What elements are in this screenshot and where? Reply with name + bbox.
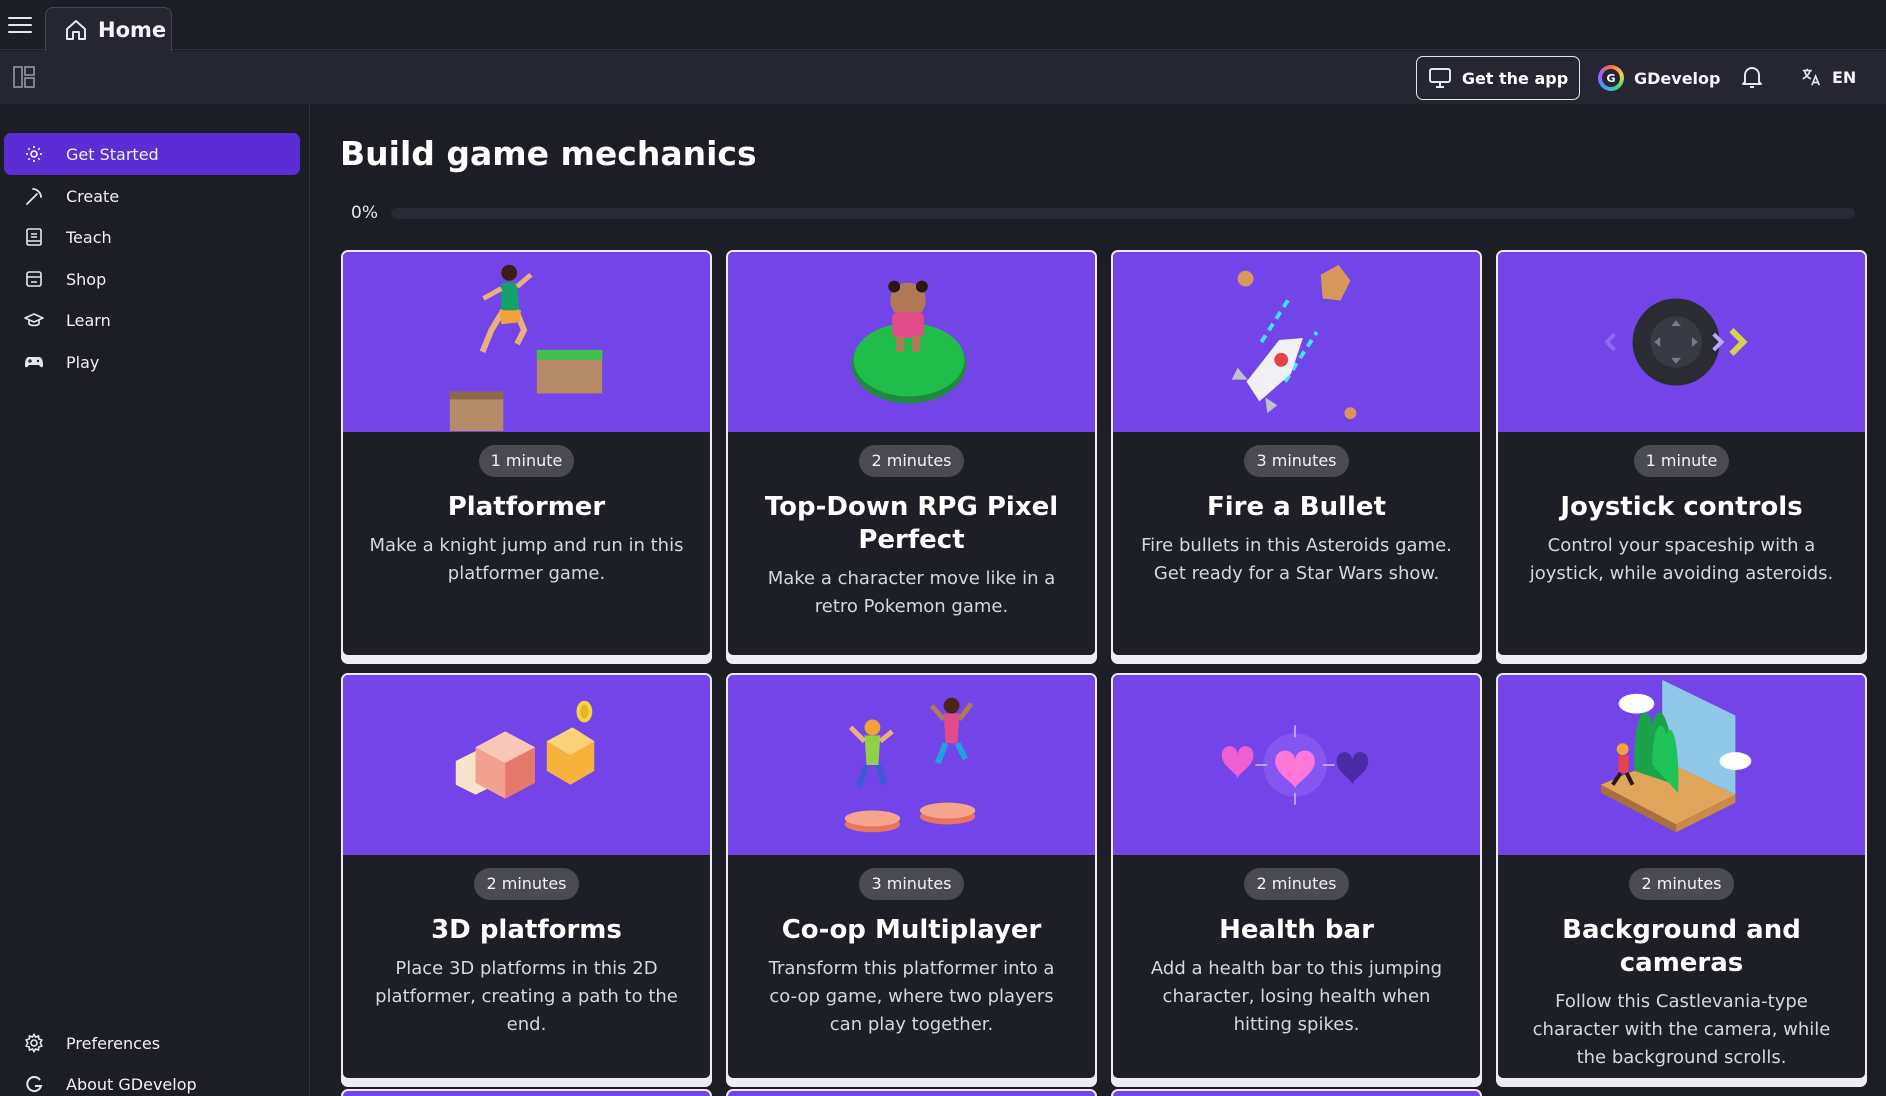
card-title: Health bar bbox=[1219, 915, 1374, 945]
card-description: Follow this Castlevania-type character w… bbox=[1532, 991, 1831, 1068]
get-app-button[interactable]: Get the app bbox=[1416, 56, 1580, 100]
duration-badge: 2 minutes bbox=[1629, 868, 1734, 900]
tab-label: Home bbox=[98, 17, 167, 42]
rocket-illustration bbox=[1113, 252, 1480, 432]
card-joystick-controls[interactable]: 1 minute Joystick controls Control your … bbox=[1496, 250, 1867, 657]
page-title: Build game mechanics bbox=[340, 134, 757, 173]
panels-icon[interactable] bbox=[12, 65, 36, 89]
card-title: 3D platforms bbox=[431, 915, 622, 945]
card-background-and-cameras[interactable]: 2 minutes Background and cameras Follow … bbox=[1496, 673, 1867, 1080]
graduation-cap-icon bbox=[24, 313, 44, 327]
language-label: EN bbox=[1832, 67, 1857, 87]
sidebar-item-label: Teach bbox=[66, 227, 112, 247]
card-title: Co-op Multiplayer bbox=[781, 915, 1042, 945]
cubes-illustration bbox=[343, 675, 710, 855]
gdevelop-account-button[interactable]: G GDevelop bbox=[1598, 65, 1720, 91]
translate-icon bbox=[1802, 68, 1821, 86]
card-description: Add a health bar to this jumping charact… bbox=[1150, 958, 1443, 1035]
brand-label: GDevelop bbox=[1634, 68, 1721, 88]
main-content: Build game mechanics 0% 1 minute Platfor… bbox=[311, 104, 1886, 1096]
card-partial[interactable] bbox=[1111, 1089, 1482, 1096]
duration-badge: 3 minutes bbox=[1244, 445, 1349, 477]
progress-bar bbox=[391, 208, 1855, 219]
card-co-op-multiplayer[interactable]: 3 minutes Co-op Multiplayer Transform th… bbox=[726, 673, 1097, 1080]
get-app-label: Get the app bbox=[1461, 68, 1569, 88]
card-description: Transform this platformer into a co-op g… bbox=[768, 958, 1055, 1035]
gdevelop-logo-icon: G bbox=[1598, 65, 1624, 91]
duration-badge: 3 minutes bbox=[859, 868, 964, 900]
sidebar-item-label: Play bbox=[66, 352, 100, 372]
card-partial[interactable] bbox=[726, 1089, 1097, 1096]
language-button[interactable]: EN bbox=[1800, 66, 1856, 88]
sidebar-item-get-started[interactable]: Get Started bbox=[4, 133, 300, 175]
book-icon bbox=[26, 228, 42, 246]
card-platformer[interactable]: 1 minute Platformer Make a knight jump a… bbox=[341, 250, 712, 657]
tab-strip: Home bbox=[0, 0, 1886, 51]
sidebar-item-teach[interactable]: Teach bbox=[4, 216, 300, 258]
card-top-down-rpg[interactable]: 2 minutes Top-Down RPG Pixel Perfect Mak… bbox=[726, 250, 1097, 657]
duration-badge: 2 minutes bbox=[1244, 868, 1349, 900]
card-title: Platformer bbox=[447, 492, 606, 522]
card-description: Make a knight jump and run in this platf… bbox=[369, 535, 684, 584]
card-description: Make a character move like in a retro Po… bbox=[767, 568, 1056, 617]
sidebar-item-label: Learn bbox=[66, 310, 111, 330]
card-health-bar[interactable]: 2 minutes Health bar Add a health bar to… bbox=[1111, 673, 1482, 1080]
card-title: Joystick controls bbox=[1560, 492, 1803, 522]
card-title: Fire a Bullet bbox=[1207, 492, 1386, 522]
duration-badge: 1 minute bbox=[1633, 445, 1730, 477]
sidebar-item-play[interactable]: Play bbox=[4, 341, 300, 383]
platformer-illustration bbox=[343, 252, 710, 432]
gear-icon bbox=[25, 1033, 43, 1053]
card-fire-a-bullet[interactable]: 3 minutes Fire a Bullet Fire bullets in … bbox=[1111, 250, 1482, 657]
rpg-illustration bbox=[728, 252, 1095, 432]
sidebar-item-about[interactable]: About GDevelop bbox=[4, 1063, 300, 1096]
sun-icon bbox=[26, 146, 42, 162]
coop-illustration bbox=[728, 675, 1095, 855]
tab-home[interactable]: Home bbox=[45, 7, 172, 51]
sidebar-item-label: Get Started bbox=[66, 144, 159, 164]
sidebar-item-shop[interactable]: Shop bbox=[4, 258, 300, 300]
home-icon bbox=[66, 19, 86, 40]
duration-badge: 2 minutes bbox=[474, 868, 579, 900]
sidebar-item-create[interactable]: Create bbox=[4, 175, 300, 217]
castle-illustration bbox=[1498, 675, 1865, 855]
card-description: Fire bullets in this Asteroids game. Get… bbox=[1141, 535, 1452, 584]
menu-icon[interactable] bbox=[8, 14, 32, 36]
progress-label: 0% bbox=[351, 203, 378, 223]
toolbar: Get the app G GDevelop EN bbox=[0, 51, 1886, 104]
app-window: Home Get the app G GDevelop EN Get Start… bbox=[0, 0, 1886, 1096]
duration-badge: 1 minute bbox=[478, 445, 575, 477]
duration-badge: 2 minutes bbox=[859, 445, 964, 477]
monitor-icon bbox=[1428, 68, 1451, 88]
card-description: Control your spaceship with a joystick, … bbox=[1529, 535, 1834, 584]
card-title: Top-Down RPG Pixel Perfect bbox=[764, 492, 1059, 555]
sidebar-item-label: Shop bbox=[66, 269, 107, 289]
sidebar-item-label: About GDevelop bbox=[66, 1074, 197, 1094]
hearts-illustration bbox=[1113, 675, 1480, 855]
card-partial[interactable] bbox=[341, 1089, 712, 1096]
store-icon bbox=[26, 271, 42, 287]
card-3d-platforms[interactable]: 2 minutes 3D platforms Place 3D platform… bbox=[341, 673, 712, 1080]
gamepad-icon bbox=[25, 357, 43, 368]
sidebar-item-label: Create bbox=[66, 186, 120, 206]
sidebar-item-preferences[interactable]: Preferences bbox=[4, 1022, 300, 1064]
gdevelop-logo-icon bbox=[26, 1076, 43, 1093]
sidebar-item-learn[interactable]: Learn bbox=[4, 299, 300, 341]
pickaxe-icon bbox=[26, 188, 42, 205]
sidebar: Get Started Create Teach Shop Learn Play… bbox=[0, 104, 310, 1096]
card-description: Place 3D platforms in this 2D platformer… bbox=[375, 958, 678, 1035]
joystick-illustration bbox=[1498, 252, 1865, 432]
card-title: Background and cameras bbox=[1562, 915, 1801, 978]
bell-icon[interactable] bbox=[1740, 64, 1764, 90]
sidebar-item-label: Preferences bbox=[66, 1033, 161, 1053]
